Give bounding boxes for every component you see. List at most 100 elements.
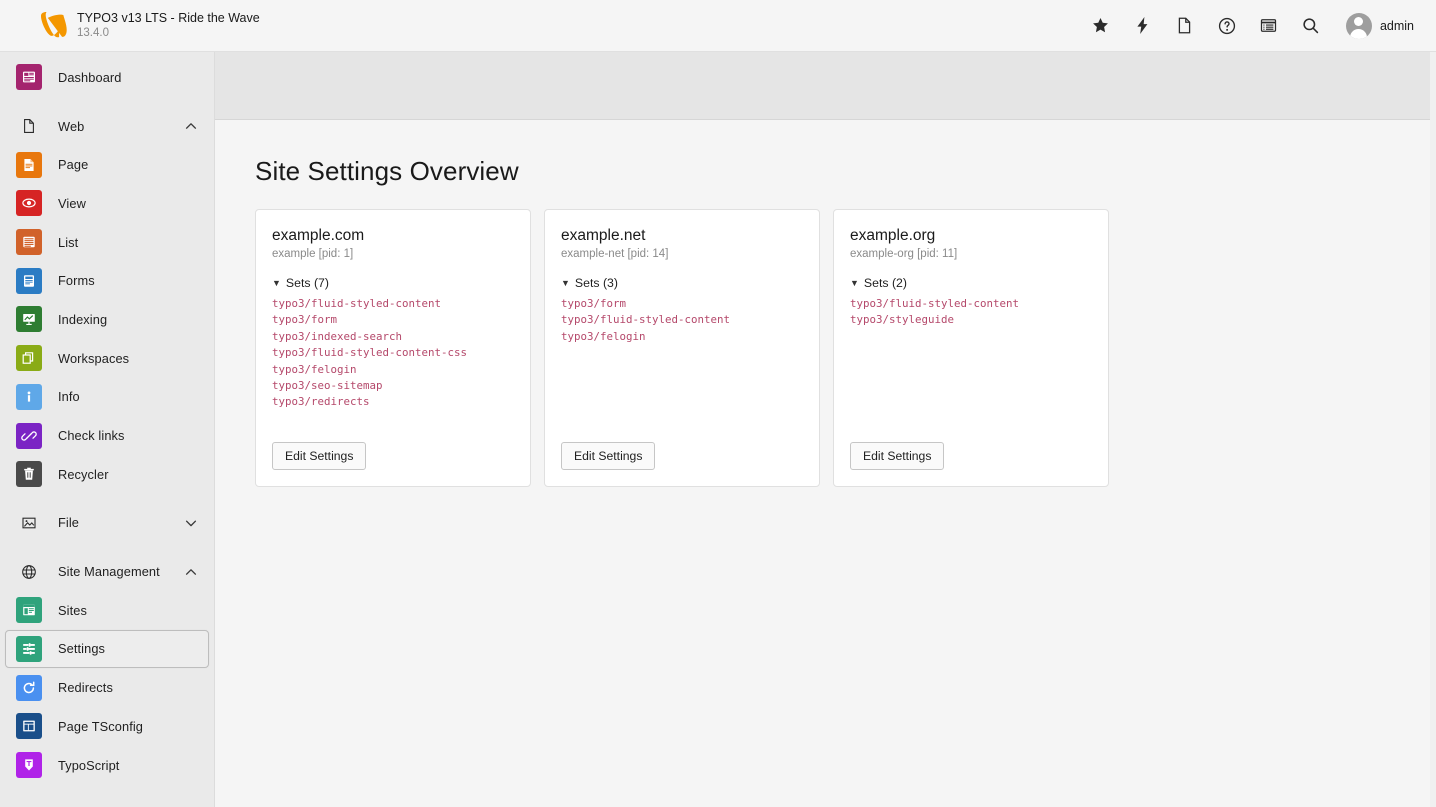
edit-settings-button[interactable]: Edit Settings — [272, 442, 367, 470]
site-name: example.net — [561, 227, 646, 244]
edit-settings-button[interactable]: Edit Settings — [850, 442, 945, 470]
set-item[interactable]: typo3/styleguide — [850, 312, 1092, 328]
set-item[interactable]: typo3/redirects — [272, 394, 514, 410]
sidebar-item-page-tsconfig[interactable]: Page TSconfig — [5, 707, 209, 746]
sidebar-item-label: Redirects — [58, 680, 113, 696]
sidebar-item-settings[interactable]: Settings — [5, 629, 209, 669]
dashboard-icon — [16, 64, 42, 91]
bookmarks-icon[interactable] — [1084, 9, 1118, 43]
topbar-left: TYPO3 v13 LTS - Ride the Wave 13.4.0 — [0, 0, 260, 52]
sidebar-item-label: File — [58, 515, 80, 531]
document-icon[interactable] — [1168, 9, 1202, 43]
nav-section-site-management[interactable]: Site Management — [5, 552, 209, 591]
site-identifier: example [pid: 1] — [272, 248, 354, 260]
set-item[interactable]: typo3/fluid-styled-content — [561, 312, 803, 328]
sidebar-item-dashboard[interactable]: Dashboard — [5, 58, 209, 97]
card-footer: Edit Settings — [850, 424, 1092, 470]
sets-heading: Sets (2) — [863, 276, 907, 290]
sidebar-item-page[interactable]: Page — [5, 145, 209, 184]
sidebar-item-label: Page TSconfig — [58, 718, 144, 734]
sidebar-item-label: Settings — [58, 641, 106, 657]
set-item[interactable]: typo3/fluid-styled-content-css — [272, 345, 514, 361]
sidebar-item-label: Sites — [58, 602, 87, 618]
set-item[interactable]: typo3/fluid-styled-content — [272, 296, 514, 312]
caret-down-icon: ▼ — [561, 277, 570, 288]
sidebar-item-redirects[interactable]: Redirects — [5, 668, 209, 707]
main-navigation-sidebar[interactable]: Dashboard Web Page View List Forms Indexing Wor… — [0, 52, 215, 807]
site-settings-card: example.net example-net [pid: 14] ▼ Sets (3… — [544, 209, 820, 487]
module-group: Dashboard — [0, 58, 214, 97]
sites-icon — [16, 597, 42, 624]
sidebar-item-forms[interactable]: Forms — [5, 261, 209, 300]
set-item[interactable]: typo3/indexed-search — [272, 329, 514, 345]
sidebar-item-workspaces[interactable]: Workspaces — [5, 339, 209, 378]
brand: TYPO3 v13 LTS - Ride the Wave 13.4.0 — [41, 11, 260, 40]
sets-list: typo3/fluid-styled-content typo3/form typo… — [272, 296, 514, 411]
content-scrollbar[interactable] — [1430, 52, 1436, 807]
apps-grid-icon[interactable] — [14, 16, 19, 36]
nav-section-file[interactable]: File — [5, 504, 209, 543]
module-menu: Dashboard Web Page View List Forms Indexing Wor… — [0, 52, 214, 807]
sidebar-item-label: Info — [58, 389, 80, 405]
module-group: File — [0, 504, 214, 543]
chevron-up-icon[interactable] — [184, 119, 198, 133]
sidebar-item-label: Recycler — [58, 466, 109, 482]
sidebar-item-sites[interactable]: Sites — [5, 591, 209, 630]
rocket-outline-icon — [16, 801, 42, 807]
edit-settings-button[interactable]: Edit Settings — [561, 442, 656, 470]
set-item[interactable]: typo3/felogin — [561, 329, 803, 345]
sidebar-item-label: Dashboard — [58, 69, 122, 85]
module-group: Admin Tools — [0, 794, 214, 807]
site-settings-card: example.com example [pid: 1] ▼ Sets (7) typo… — [255, 209, 531, 487]
module-body: Site Settings Overview example.com exampl… — [215, 120, 1436, 487]
sidebar-item-label: Forms — [58, 273, 95, 289]
sidebar-item-label: Indexing — [58, 311, 108, 327]
search-icon[interactable] — [1294, 9, 1328, 43]
user-menu[interactable]: admin — [1342, 10, 1422, 42]
page-title: Site Settings Overview — [255, 156, 519, 186]
info-icon — [16, 383, 42, 410]
help-icon[interactable] — [1210, 9, 1244, 43]
systeminfo-icon[interactable] — [1252, 9, 1286, 43]
image-outline-icon — [16, 510, 42, 536]
view-icon — [16, 190, 42, 217]
recycler-icon — [16, 461, 42, 488]
flash-icon[interactable] — [1126, 9, 1160, 43]
nav-section-web[interactable]: Web — [5, 107, 209, 146]
sidebar-item-recycler[interactable]: Recycler — [5, 455, 209, 494]
sets-heading: Sets (3) — [574, 276, 618, 290]
site-identifier: example-org [pid: 11] — [850, 248, 958, 260]
sets-list: typo3/fluid-styled-content typo3/stylegui… — [850, 296, 1092, 329]
module-group: Web Page View List Forms Indexing Workspaces In… — [0, 107, 214, 494]
set-item[interactable]: typo3/seo-sitemap — [272, 378, 514, 394]
workspaces-icon — [16, 345, 42, 372]
page-outline-icon — [16, 113, 42, 139]
check-links-icon — [16, 422, 42, 449]
page-icon — [16, 151, 42, 178]
sidebar-item-typoscript[interactable]: TypoScript — [5, 746, 209, 785]
chevron-up-icon[interactable] — [184, 565, 198, 579]
sidebar-item-label: Check links — [58, 428, 125, 444]
chevron-down-icon[interactable] — [184, 516, 198, 530]
sidebar-item-indexing[interactable]: Indexing — [5, 300, 209, 339]
set-item[interactable]: typo3/form — [272, 312, 514, 328]
sidebar-item-view[interactable]: View — [5, 184, 209, 223]
set-item[interactable]: typo3/fluid-styled-content — [850, 296, 1092, 312]
set-item[interactable]: typo3/form — [561, 296, 803, 312]
sidebar-item-label: Site Management — [58, 564, 160, 580]
sidebar-item-list[interactable]: List — [5, 223, 209, 262]
redirects-icon — [16, 674, 42, 701]
sidebar-item-check-links[interactable]: Check links — [5, 416, 209, 455]
list-icon — [16, 229, 42, 256]
sets-disclosure-toggle[interactable]: ▼ Sets (3) — [561, 276, 803, 290]
sets-disclosure-toggle[interactable]: ▼ Sets (2) — [850, 276, 1092, 290]
doc-header — [215, 52, 1436, 120]
sets-disclosure-toggle[interactable]: ▼ Sets (7) — [272, 276, 514, 290]
sidebar-item-label: Workspaces — [58, 350, 130, 366]
typo3-logo — [41, 11, 67, 37]
sidebar-item-info[interactable]: Info — [5, 378, 209, 417]
set-item[interactable]: typo3/felogin — [272, 362, 514, 378]
nav-section-admin-tools[interactable]: Admin Tools — [5, 794, 209, 807]
card-footer: Edit Settings — [272, 424, 514, 470]
card-footer: Edit Settings — [561, 424, 803, 470]
